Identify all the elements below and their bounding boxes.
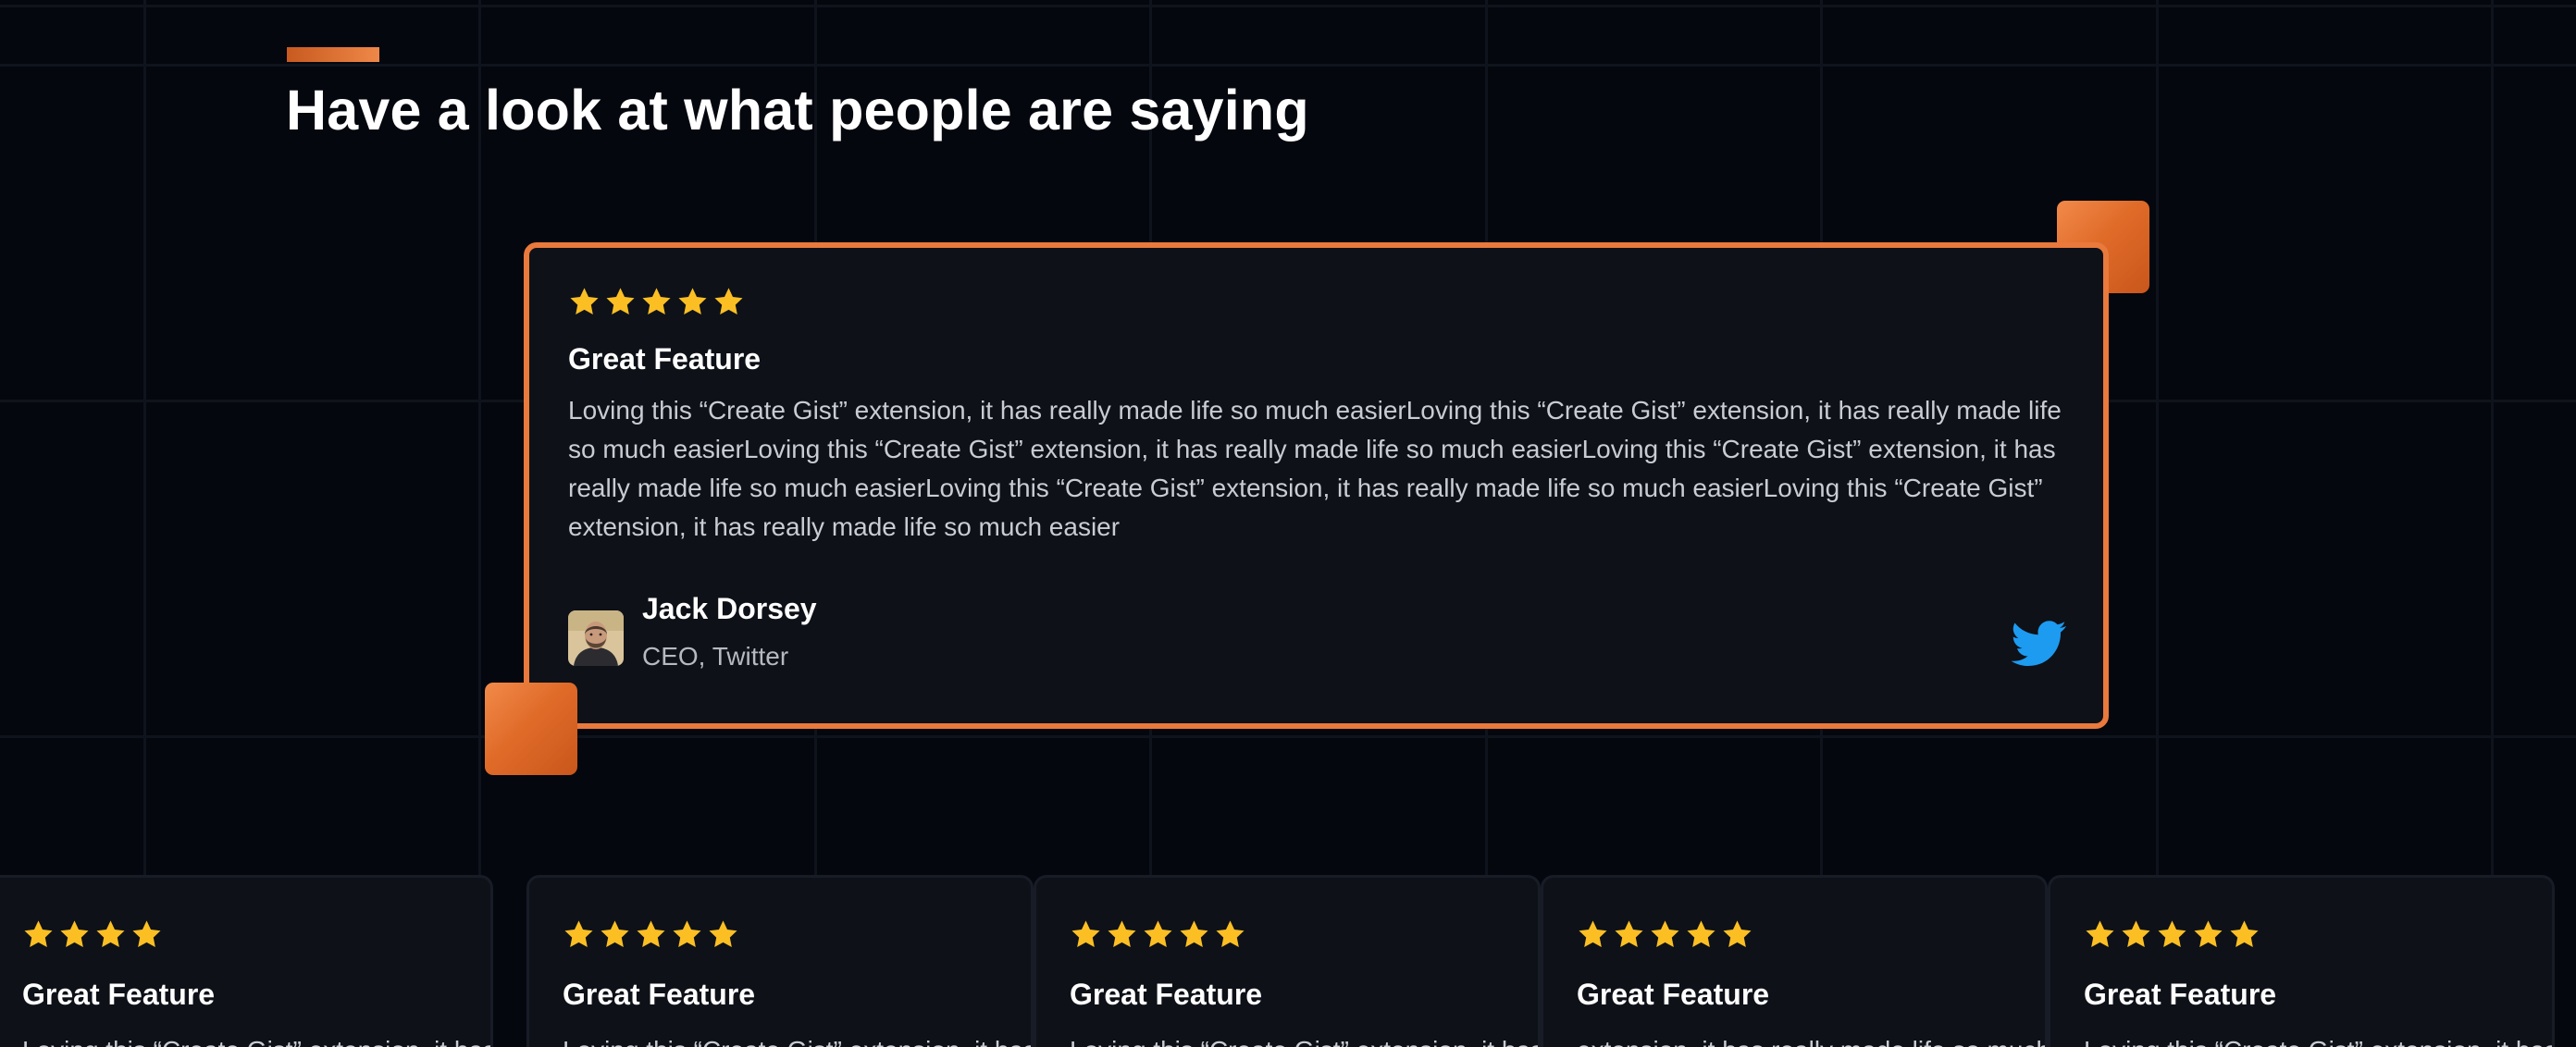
star-icon xyxy=(132,920,161,947)
section-title: Have a look at what people are saying xyxy=(286,79,1309,142)
testimonial-marquee: Great Feature Loving this “Create Gist” … xyxy=(0,875,2576,1047)
author-info: Jack Dorsey CEO, Twitter xyxy=(642,590,817,673)
star-icon xyxy=(1615,920,1643,947)
star-rating xyxy=(2084,918,2260,950)
star-rating xyxy=(22,918,163,950)
star-icon xyxy=(1180,920,1208,947)
star-rating xyxy=(563,918,739,950)
review-title: Great Feature xyxy=(1070,978,1263,1011)
star-icon xyxy=(2086,920,2114,947)
author-role: CEO, Twitter xyxy=(642,642,789,671)
review-title: Great Feature xyxy=(2084,978,2277,1011)
star-icon xyxy=(60,920,89,947)
star-icon xyxy=(673,920,701,947)
section-accent-bar xyxy=(287,47,379,62)
testimonial-card: Great Feature Loving this “Create Gist” … xyxy=(1034,875,1541,1047)
author-avatar xyxy=(568,610,624,666)
testimonial-card: Great Feature extension, it has really m… xyxy=(1541,875,2048,1047)
star-icon xyxy=(1216,920,1245,947)
twitter-icon[interactable] xyxy=(2011,620,2067,668)
star-icon xyxy=(714,288,743,314)
testimonial-card: Great Feature Loving this “Create Gist” … xyxy=(526,875,1034,1047)
star-icon xyxy=(2158,920,2186,947)
star-icon xyxy=(1144,920,1172,947)
testimonial-card: Great Feature Loving this “Create Gist” … xyxy=(2048,875,2555,1047)
star-rating xyxy=(568,285,745,317)
author-name: Jack Dorsey xyxy=(642,592,817,625)
star-icon xyxy=(709,920,737,947)
review-title: Great Feature xyxy=(563,978,756,1011)
star-icon xyxy=(2230,920,2259,947)
star-rating xyxy=(1577,918,1753,950)
star-icon xyxy=(24,920,53,947)
review-title: Great Feature xyxy=(568,342,762,376)
star-icon xyxy=(678,288,707,314)
review-title: Great Feature xyxy=(22,978,216,1011)
star-icon xyxy=(1071,920,1100,947)
star-icon xyxy=(1579,920,1607,947)
star-icon xyxy=(2194,920,2223,947)
review-body: Loving this “Create Gist” extension, it … xyxy=(22,1031,490,1047)
review-author: Jack Dorsey CEO, Twitter xyxy=(568,592,817,673)
decorative-square-bottom-left xyxy=(485,683,577,775)
testimonial-card: Great Feature Loving this “Create Gist” … xyxy=(0,875,493,1047)
star-icon xyxy=(1687,920,1715,947)
review-title: Great Feature xyxy=(1577,978,1770,1011)
star-icon xyxy=(606,288,635,314)
featured-testimonial-card: Great Feature Loving this “Create Gist” … xyxy=(524,242,2109,729)
star-icon xyxy=(564,920,593,947)
review-body: Loving this “Create Gist” extension, it … xyxy=(2084,1031,2552,1047)
star-icon xyxy=(570,288,599,314)
star-icon xyxy=(642,288,671,314)
star-icon xyxy=(1108,920,1136,947)
star-icon xyxy=(2122,920,2150,947)
review-body: extension, it has really made life so mu… xyxy=(1577,1031,2045,1047)
star-icon xyxy=(1651,920,1679,947)
star-icon xyxy=(601,920,629,947)
star-icon xyxy=(637,920,665,947)
star-icon xyxy=(1723,920,1752,947)
review-body: Loving this “Create Gist” extension, it … xyxy=(1070,1031,1538,1047)
review-body: Loving this “Create Gist” extension, it … xyxy=(568,396,2062,541)
star-icon xyxy=(96,920,125,947)
review-body: Loving this “Create Gist” extension, it … xyxy=(563,1031,1031,1047)
star-rating xyxy=(1070,918,1246,950)
